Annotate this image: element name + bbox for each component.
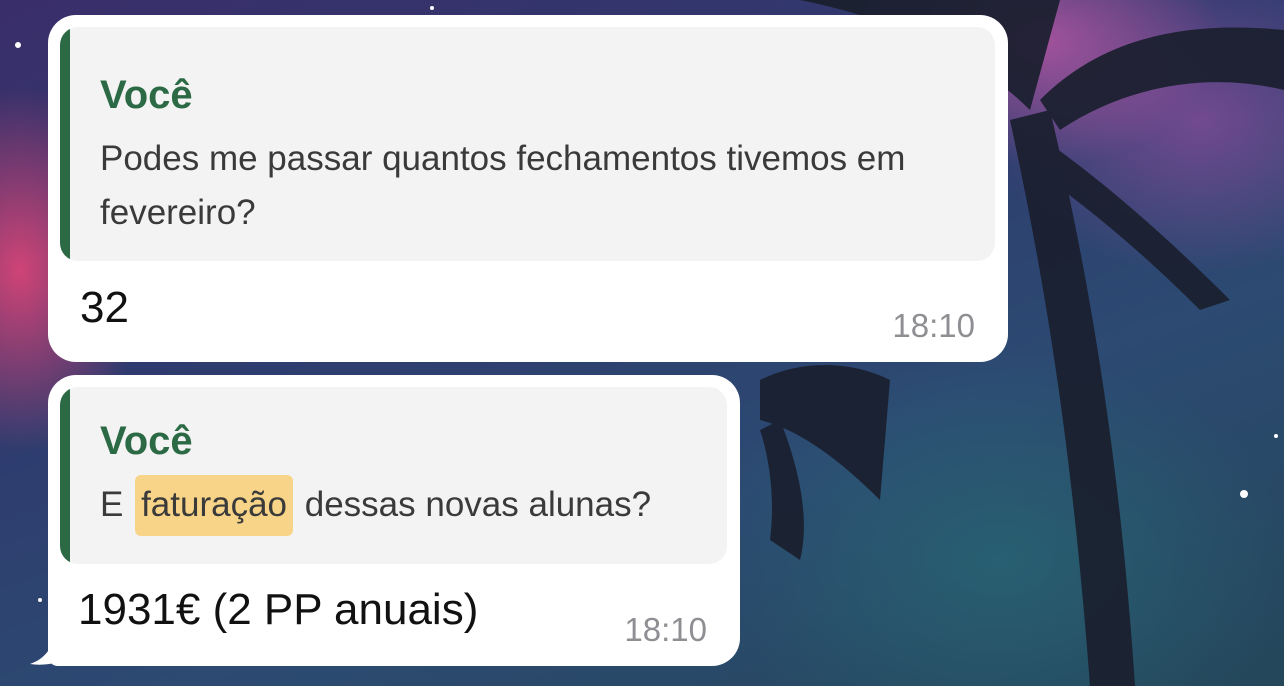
message-bubble[interactable]: Você E faturação dessas novas alunas? 19… bbox=[48, 375, 740, 666]
message-bubble[interactable]: Você Podes me passar quantos fechamentos… bbox=[48, 15, 1008, 362]
search-highlight: faturação bbox=[135, 475, 294, 536]
message-timestamp: 18:10 bbox=[624, 611, 707, 648]
message-timestamp: 18:10 bbox=[892, 307, 975, 344]
quote-text-before: E bbox=[100, 485, 134, 524]
quote-author: Você bbox=[100, 73, 193, 117]
quote-text: Podes me passar quantos fechamentos tive… bbox=[100, 139, 906, 232]
quote-accent-bar bbox=[60, 27, 70, 261]
reply-quote[interactable]: Você E faturação dessas novas alunas? bbox=[60, 387, 727, 564]
message-text: 32 bbox=[80, 283, 129, 332]
quote-text: E faturação dessas novas alunas? bbox=[100, 475, 720, 536]
message-text: 1931€ (2 PP anuais) bbox=[78, 585, 479, 634]
quote-accent-bar bbox=[60, 387, 70, 564]
quote-text-after: dessas novas alunas? bbox=[295, 485, 652, 524]
reply-quote[interactable]: Você Podes me passar quantos fechamentos… bbox=[60, 27, 995, 261]
quote-author: Você bbox=[100, 419, 193, 463]
